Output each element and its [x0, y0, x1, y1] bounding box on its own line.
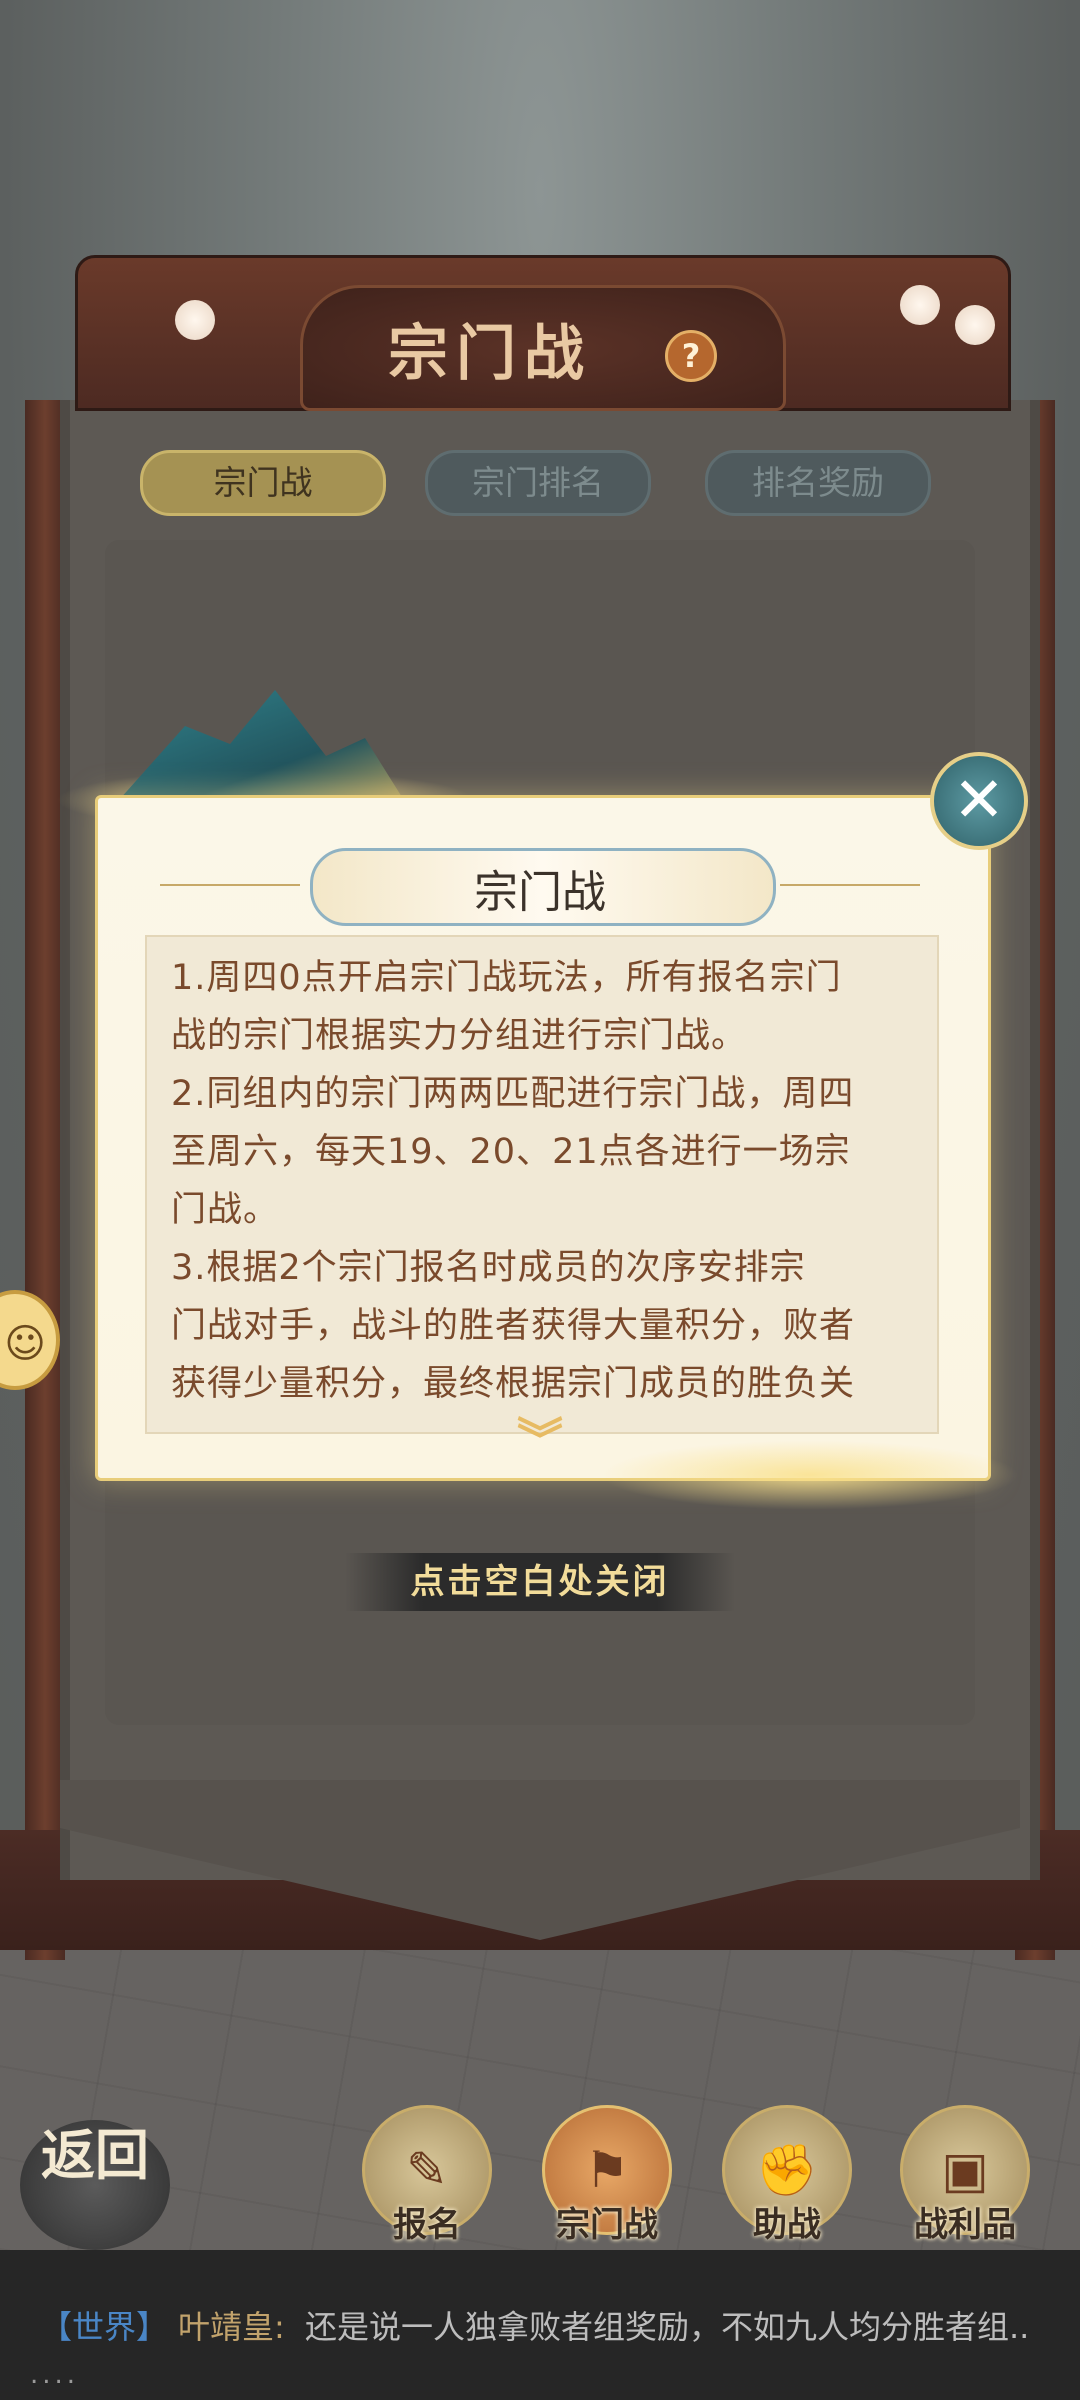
chat-message: 还是说一人独拿败者组奖励，不如九人均分胜者组.. [305, 2308, 1030, 2346]
nav-label: 宗门战 [556, 2205, 658, 2245]
rule-line: 门战对手，战斗的胜者获得大量积分，败者 [171, 1306, 856, 1346]
nav-assist[interactable]: ✊ 助战 [717, 2105, 857, 2245]
rule-line: 战的宗门根据实力分组进行宗门战。 [171, 1016, 748, 1056]
rule-line: 获得少量积分，最终根据宗门成员的胜负关 [171, 1364, 856, 1404]
blossom-decoration [900, 285, 940, 325]
glow-ribbon-decoration [600, 1440, 1020, 1510]
nav-label: 报名 [393, 2205, 461, 2245]
rules-list: 1.周四0点开启宗门战玩法，所有报名宗门 战的宗门根据实力分组进行宗门战。 2.… [147, 937, 937, 1413]
rule-line: 门战。 [171, 1190, 280, 1230]
nav-signup[interactable]: ✎ 报名 [357, 2105, 497, 2245]
tab-bar: 宗门战 宗门排名 排名奖励 [0, 450, 1080, 516]
nav-label: 战利品 [914, 2205, 1016, 2245]
title-divider-left [160, 884, 300, 886]
scroll-down-chevron-icon[interactable]: ︾ [515, 1417, 565, 1463]
help-icon[interactable]: ? [665, 330, 717, 382]
close-icon: ✕ [953, 763, 1005, 836]
rule-line: 至周六，每天19、20、21点各进行一场宗 [171, 1132, 851, 1172]
modal-title: 宗门战 [474, 867, 606, 918]
tab-sect-ranking[interactable]: 宗门排名 [425, 450, 651, 516]
nav-sect-war[interactable]: ⚑ 宗门战 [537, 2105, 677, 2245]
nav-label: 助战 [753, 2205, 821, 2245]
rule-line: 1.周四0点开启宗门战玩法，所有报名宗门 [171, 958, 842, 998]
chat-sender: 叶靖皇: [178, 2308, 285, 2346]
title-divider-right [780, 884, 920, 886]
blossom-decoration [955, 305, 995, 345]
rules-text-box[interactable]: 1.周四0点开启宗门战玩法，所有报名宗门 战的宗门根据实力分组进行宗门战。 2.… [145, 935, 939, 1434]
close-button[interactable]: ✕ [930, 752, 1028, 850]
chat-more-dots: .... [30, 2360, 80, 2390]
chat-channel-tag: 【世界】 [40, 2308, 169, 2346]
blossom-decoration [175, 300, 215, 340]
tab-sect-war[interactable]: 宗门战 [140, 450, 386, 516]
back-button[interactable]: 返回 [20, 2120, 170, 2250]
page-title: 宗门战 [388, 319, 592, 389]
frame-pillar-left [25, 400, 65, 1960]
rule-line: 3.根据2个宗门报名时成员的次序安排宗 [171, 1248, 806, 1288]
nav-loot[interactable]: ▣ 战利品 [895, 2105, 1035, 2245]
rule-line: 2.同组内的宗门两两匹配进行宗门战，周四 [171, 1074, 855, 1114]
tab-ranking-rewards[interactable]: 排名奖励 [705, 450, 931, 516]
tap-to-close-hint: 点击空白处关闭 [345, 1553, 735, 1611]
